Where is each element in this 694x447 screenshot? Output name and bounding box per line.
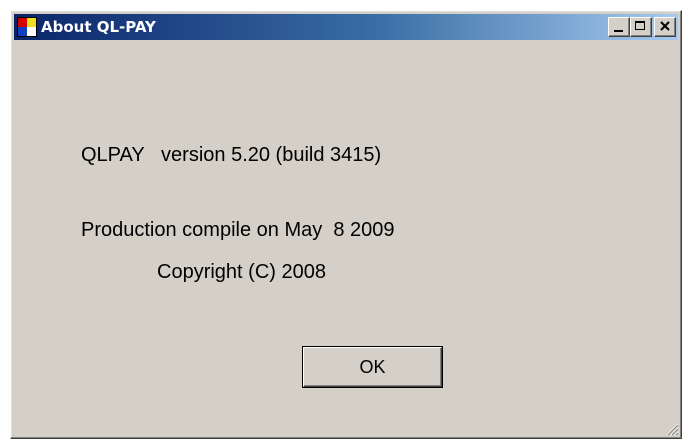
compile-line: Production compile on May 8 2009 [81,219,395,241]
minimize-icon [614,30,623,32]
minimize-button[interactable] [608,17,630,37]
maximize-button[interactable] [630,17,652,37]
title-bar[interactable]: About QL-PAY [14,14,678,40]
ok-button[interactable]: OK [302,346,443,388]
close-button[interactable] [654,17,676,37]
app-icon[interactable] [17,17,37,37]
window-title: About QL-PAY [41,18,156,36]
maximize-icon [635,21,645,30]
resize-grip-icon[interactable] [663,420,679,436]
close-icon [660,21,670,31]
copyright-text: Copyright (C) 2008 [157,261,326,283]
version-line: QLPAY version 5.20 (build 3415) [81,144,382,166]
ok-button-label: OK [303,347,442,387]
caption-buttons [608,17,676,37]
about-dialog: About QL-PAY QLPAY version 5.20 (build 3… [10,10,682,439]
